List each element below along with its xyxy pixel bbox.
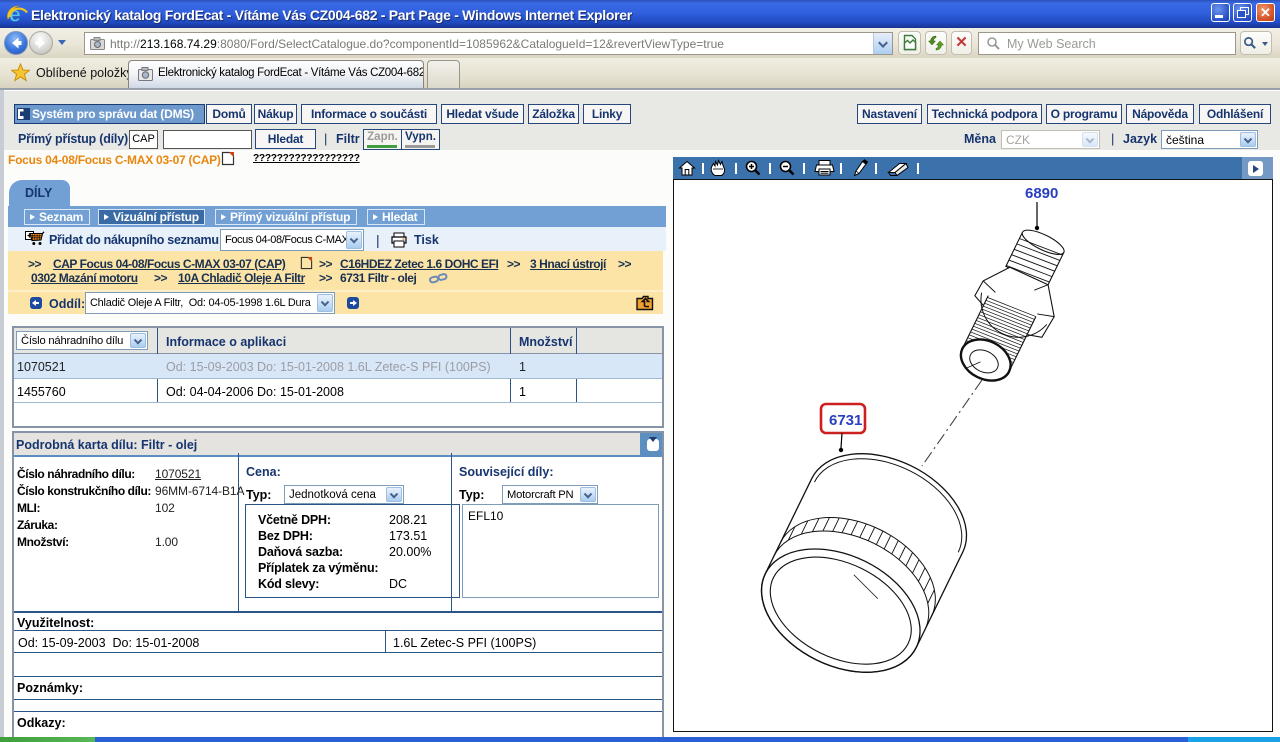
svg-text:6890: 6890 bbox=[1025, 185, 1058, 202]
svg-text:6731: 6731 bbox=[829, 412, 862, 429]
svg-text:3030210: 3030210 bbox=[1130, 728, 1177, 730]
